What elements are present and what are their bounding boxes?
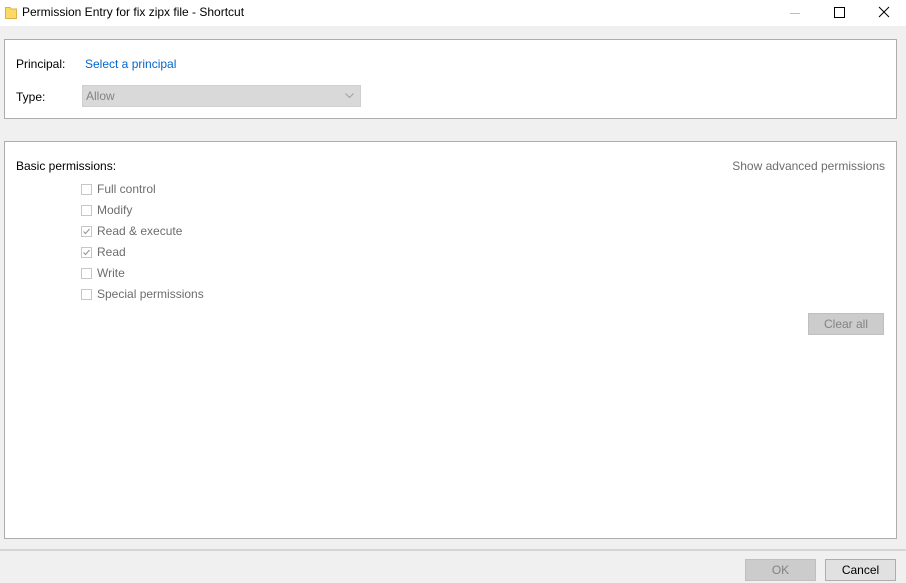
show-advanced-permissions-link[interactable]: Show advanced permissions bbox=[732, 159, 885, 173]
permission-label: Special permissions bbox=[97, 287, 204, 301]
footer-separator bbox=[0, 549, 906, 551]
type-label: Type: bbox=[16, 90, 46, 104]
permission-label: Write bbox=[97, 266, 125, 280]
permission-label: Full control bbox=[97, 182, 156, 196]
close-button[interactable] bbox=[861, 0, 906, 26]
cancel-button[interactable]: Cancel bbox=[825, 559, 896, 581]
window-title: Permission Entry for fix zipx file - Sho… bbox=[22, 5, 245, 19]
checkmark-icon bbox=[83, 249, 90, 256]
permission-label: Modify bbox=[97, 203, 133, 217]
close-icon bbox=[878, 6, 890, 18]
permissions-panel: Basic permissions: Show advanced permiss… bbox=[4, 141, 897, 539]
basic-permissions-heading: Basic permissions: bbox=[16, 159, 117, 173]
checkmark-icon bbox=[83, 228, 90, 235]
full-control-checkbox[interactable] bbox=[81, 184, 92, 195]
minimize-icon bbox=[790, 13, 800, 14]
ok-button[interactable]: OK bbox=[745, 559, 816, 581]
read-checkbox[interactable] bbox=[81, 247, 92, 258]
modify-checkbox[interactable] bbox=[81, 205, 92, 216]
chevron-down-icon bbox=[345, 93, 354, 99]
read-execute-checkbox[interactable] bbox=[81, 226, 92, 237]
maximize-button[interactable] bbox=[816, 0, 862, 26]
principal-panel: Principal: Select a principal Type: Allo… bbox=[4, 39, 897, 119]
maximize-icon bbox=[834, 7, 845, 18]
select-principal-link[interactable]: Select a principal bbox=[85, 57, 176, 71]
minimize-button[interactable] bbox=[772, 0, 818, 26]
permission-label: Read bbox=[97, 245, 126, 259]
special-permissions-checkbox[interactable] bbox=[81, 289, 92, 300]
folder-icon bbox=[5, 6, 17, 19]
permission-label: Read & execute bbox=[97, 224, 183, 238]
clear-all-button[interactable]: Clear all bbox=[808, 313, 884, 335]
write-checkbox[interactable] bbox=[81, 268, 92, 279]
type-select-value: Allow bbox=[86, 89, 115, 103]
type-select[interactable]: Allow bbox=[82, 85, 361, 107]
principal-label: Principal: bbox=[16, 57, 66, 71]
title-bar: Permission Entry for fix zipx file - Sho… bbox=[0, 0, 906, 26]
